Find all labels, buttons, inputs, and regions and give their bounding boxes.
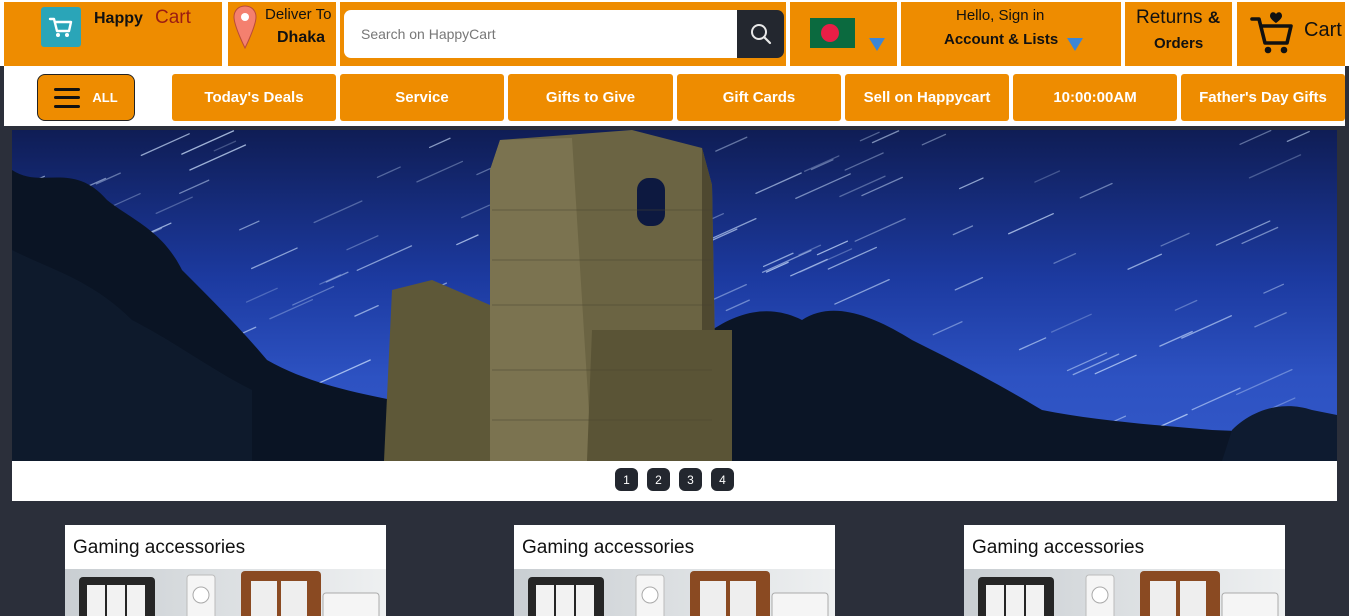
product-image (65, 569, 386, 616)
carousel-page-button[interactable]: 4 (711, 468, 734, 491)
search-bar (340, 2, 786, 66)
cart-button[interactable]: Cart (1237, 2, 1345, 66)
carousel-page-button[interactable]: 2 (647, 468, 670, 491)
hamburger-icon (54, 87, 81, 108)
returns-label: Returns & (1136, 7, 1221, 28)
location-pin-icon (233, 5, 257, 50)
all-menu-label: ALL (92, 90, 118, 105)
product-image (514, 569, 835, 616)
product-card-title: Gaming accessories (522, 537, 695, 558)
cart-logo-icon (41, 7, 81, 47)
hero-carousel: 1 2 3 4 (12, 130, 1337, 501)
logo-happy-text: Happy (94, 10, 143, 27)
search-icon (750, 24, 771, 45)
nav-gift-cards[interactable]: Gift Cards (677, 74, 841, 121)
product-card-title: Gaming accessories (972, 537, 1145, 558)
logo-cart-text: Cart (155, 7, 191, 28)
product-card[interactable]: Gaming accessories (514, 525, 835, 616)
account-greeting: Hello, Sign in (956, 7, 1045, 24)
search-input[interactable] (344, 10, 737, 58)
nav-todays-deals[interactable]: Today's Deals (172, 74, 336, 121)
deliver-to[interactable]: Deliver To Dhaka (228, 2, 336, 66)
carousel-page-button[interactable]: 3 (679, 468, 702, 491)
deliver-label: Deliver To (265, 6, 332, 23)
account-lists-label: Account & Lists (944, 31, 1059, 48)
hero-banner-image (12, 130, 1337, 461)
product-image (964, 569, 1285, 616)
carousel-page-button[interactable]: 1 (615, 468, 638, 491)
product-card[interactable]: Gaming accessories (65, 525, 386, 616)
top-header: Happy Cart Deliver To Dhaka Hello, Sign … (0, 0, 1349, 66)
bangladesh-flag-icon (810, 18, 855, 48)
nav-time[interactable]: 10:00:00AM (1013, 74, 1177, 121)
product-card[interactable]: Gaming accessories (964, 525, 1285, 616)
orders-label: Orders (1154, 35, 1204, 52)
logo[interactable]: Happy Cart (4, 2, 222, 66)
returns-orders[interactable]: Returns & Orders (1125, 2, 1232, 66)
deliver-city: Dhaka (277, 29, 326, 46)
nav-sell-on-happycart[interactable]: Sell on Happycart (845, 74, 1009, 121)
language-selector[interactable] (790, 2, 897, 66)
chevron-down-icon (1067, 38, 1083, 51)
shopping-cart-icon (1250, 12, 1293, 54)
nav-gifts-to-give[interactable]: Gifts to Give (508, 74, 673, 121)
product-card-title: Gaming accessories (73, 537, 246, 558)
cart-label: Cart (1304, 19, 1342, 41)
account-menu[interactable]: Hello, Sign in Account & Lists (901, 2, 1121, 66)
all-menu-button[interactable]: ALL (37, 74, 135, 121)
category-navbar: ALL Today's Deals Service Gifts to Give … (4, 66, 1345, 126)
carousel-pagination: 1 2 3 4 (12, 468, 1337, 491)
nav-service[interactable]: Service (340, 74, 504, 121)
chevron-down-icon (869, 38, 885, 51)
search-button[interactable] (737, 10, 784, 58)
nav-fathers-day-gifts[interactable]: Father's Day Gifts (1181, 74, 1345, 121)
